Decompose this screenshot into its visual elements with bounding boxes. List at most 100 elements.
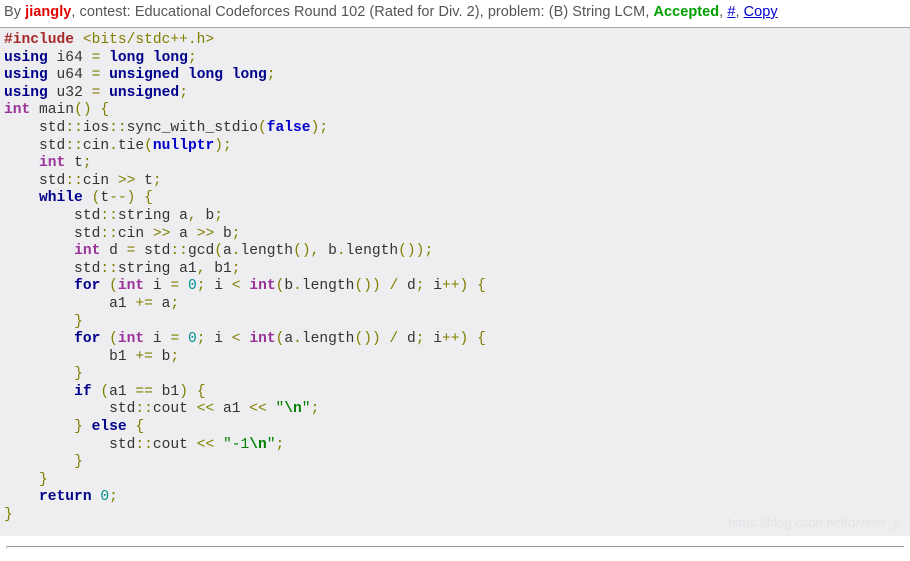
code-line: std::cout << "-1\n"; (4, 437, 284, 453)
source-code-block[interactable]: #include <bits/stdc++.h> using i64 = lon… (0, 28, 910, 536)
code-token: a1 (4, 295, 136, 312)
code-token: b1 (152, 383, 180, 400)
code-token: , (187, 207, 197, 224)
code-token: length (345, 243, 399, 260)
code-token: tie (117, 137, 145, 154)
code-token: :: (100, 260, 118, 277)
code-line: std::cin >> a >> b; (4, 226, 240, 242)
code-token: using (4, 84, 48, 101)
code-line: } (4, 472, 48, 488)
code-token: { (100, 102, 110, 119)
code-token: a (152, 295, 171, 312)
code-token: else (91, 419, 127, 436)
code-line: b1 += b; (4, 349, 179, 365)
code-token: :: (100, 207, 118, 224)
code-line: using u64 = unsigned long long; (4, 67, 276, 83)
code-token: int (117, 278, 145, 295)
code-token: ( (109, 331, 118, 348)
code-token: { (144, 190, 153, 207)
code-token: { (477, 331, 486, 348)
code-token: std (135, 243, 171, 260)
code-line: } (4, 507, 13, 523)
code-token: d (398, 278, 416, 295)
code-token: std (4, 119, 66, 136)
code-line: } (4, 314, 83, 330)
code-token: while (39, 190, 83, 207)
code-line: std::string a, b; (4, 208, 223, 224)
code-token: ; (275, 436, 285, 453)
code-token: ; (179, 84, 188, 101)
code-token: \n (249, 436, 267, 453)
code-line: int d = std::gcd(a.length(), b.length())… (4, 243, 433, 259)
code-token: t (100, 190, 110, 207)
code-token: } (74, 366, 83, 383)
code-token: unsigned long long (109, 67, 267, 84)
code-token: std (4, 401, 136, 418)
code-token: ; (187, 49, 197, 66)
code-token: main (30, 102, 75, 119)
code-token: std (4, 225, 101, 242)
code-token: length (301, 331, 355, 348)
code-line: using i64 = long long; (4, 50, 197, 66)
code-token: ) (179, 383, 188, 400)
contest-name[interactable]: Educational Codeforces Round 102 (Rated … (135, 4, 480, 20)
problem-name[interactable]: (B) String LCM (549, 4, 646, 20)
code-content[interactable]: #include <bits/stdc++.h> using i64 = lon… (0, 32, 910, 525)
code-token: #include (4, 32, 75, 48)
code-token: b (214, 225, 232, 242)
code-token: } (74, 454, 83, 471)
copy-link[interactable]: Copy (744, 4, 778, 20)
code-token: cout (152, 436, 197, 453)
code-token: std (4, 436, 136, 453)
code-token: } (39, 471, 48, 488)
code-token: int (4, 102, 31, 119)
code-token: << (196, 401, 215, 418)
code-token: } (74, 419, 83, 436)
code-token: ; (231, 225, 241, 242)
code-token: b (152, 348, 171, 365)
code-token: t (135, 172, 153, 189)
code-token: \n (284, 401, 302, 418)
code-token: length (240, 243, 294, 260)
code-token: :: (65, 172, 83, 189)
code-token: string a (117, 207, 188, 224)
code-token: i (424, 278, 443, 295)
author-name[interactable]: jiangly (25, 4, 71, 20)
code-token: < (231, 331, 241, 348)
code-token: length (301, 278, 355, 295)
problem-label: , problem: (479, 4, 549, 20)
code-token: ( (100, 383, 110, 400)
code-token: ; (196, 331, 206, 348)
code-token: i (144, 278, 171, 295)
code-token: " (301, 401, 311, 418)
code-token: int (249, 331, 276, 348)
code-token: ( (258, 119, 267, 136)
code-token: ; (152, 172, 162, 189)
code-token: (), (293, 243, 320, 260)
code-line: } else { (4, 419, 144, 435)
code-line: while (t--) { (4, 190, 153, 206)
code-token: a (170, 225, 197, 242)
code-token: ; (82, 155, 92, 172)
code-token: --) (109, 190, 145, 207)
code-token: cin (82, 172, 118, 189)
code-token: sync_with_stdio (126, 119, 258, 136)
code-line: return 0; (4, 489, 118, 505)
code-token: int (74, 243, 101, 260)
code-token: :: (135, 401, 153, 418)
code-token: b (284, 278, 294, 295)
